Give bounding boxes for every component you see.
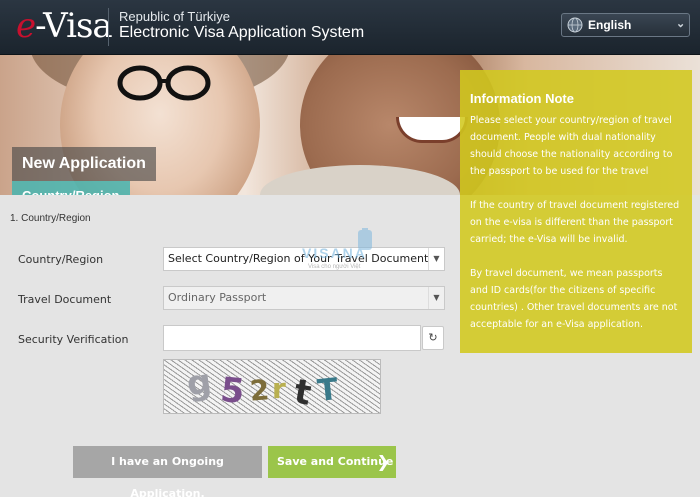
watermark-brand: VISANA [302, 245, 367, 261]
save-and-continue-button[interactable]: Save and Continue ❯ [268, 446, 396, 478]
dropdown-arrow-icon: ▼ [428, 248, 444, 270]
captcha-char: T [316, 372, 341, 409]
information-note: Information Note Please select your coun… [460, 70, 692, 353]
information-note-paragraph: If the country of travel document regist… [470, 200, 680, 245]
globe-icon [567, 17, 583, 33]
section-title: New Application [12, 147, 156, 181]
tab-country-region[interactable]: Country/Region [12, 181, 130, 195]
captcha-input[interactable] [163, 325, 421, 351]
information-note-title: Information Note [470, 91, 574, 106]
information-note-paragraph: Please select your country/region of tra… [470, 115, 673, 177]
travel-document-label: Travel Document [18, 293, 112, 306]
evisa-logo[interactable]: e-Visa [16, 6, 113, 46]
captcha-char: g [184, 362, 214, 405]
language-label: English [588, 18, 632, 32]
captcha-glyphs: g 5 2 r t T [184, 362, 341, 414]
chevron-down-icon: ⌄ [676, 18, 686, 30]
captcha-char: r [272, 372, 286, 405]
information-note-paragraph: By travel document, we mean passports an… [470, 268, 678, 330]
captcha-char: t [291, 372, 314, 414]
banner-photo-glasses [117, 65, 211, 101]
captcha-char: 5 [218, 370, 246, 412]
language-selector[interactable]: English ⌄ [561, 13, 690, 37]
refresh-captcha-button[interactable]: ↻ [422, 326, 444, 350]
chevron-right-icon: ❯ [376, 452, 390, 471]
captcha-char: 2 [249, 373, 271, 407]
refresh-icon: ↻ [428, 331, 438, 344]
country-label: Country/Region [18, 253, 104, 266]
logo-divider [108, 8, 109, 46]
ongoing-application-button[interactable]: I have an Ongoing Application. [73, 446, 262, 497]
captcha-image: g 5 2 r t T [163, 359, 381, 414]
visana-watermark: VISANA Visa cho người Việt [302, 228, 372, 270]
dropdown-arrow-icon: ▼ [428, 287, 444, 309]
travel-document-select[interactable]: Ordinary Passport ▼ [163, 286, 445, 310]
site-header: e-Visa Republic of Türkiye Electronic Vi… [0, 0, 700, 55]
header-subtitle: Republic of Türkiye [119, 9, 231, 24]
security-verification-label: Security Verification [18, 333, 129, 346]
watermark-tagline: Visa cho người Việt [308, 264, 361, 270]
travel-document-value: Ordinary Passport [168, 291, 267, 304]
header-title: Electronic Visa Application System [119, 24, 365, 41]
step-label: 1. Country/Region [10, 213, 91, 224]
